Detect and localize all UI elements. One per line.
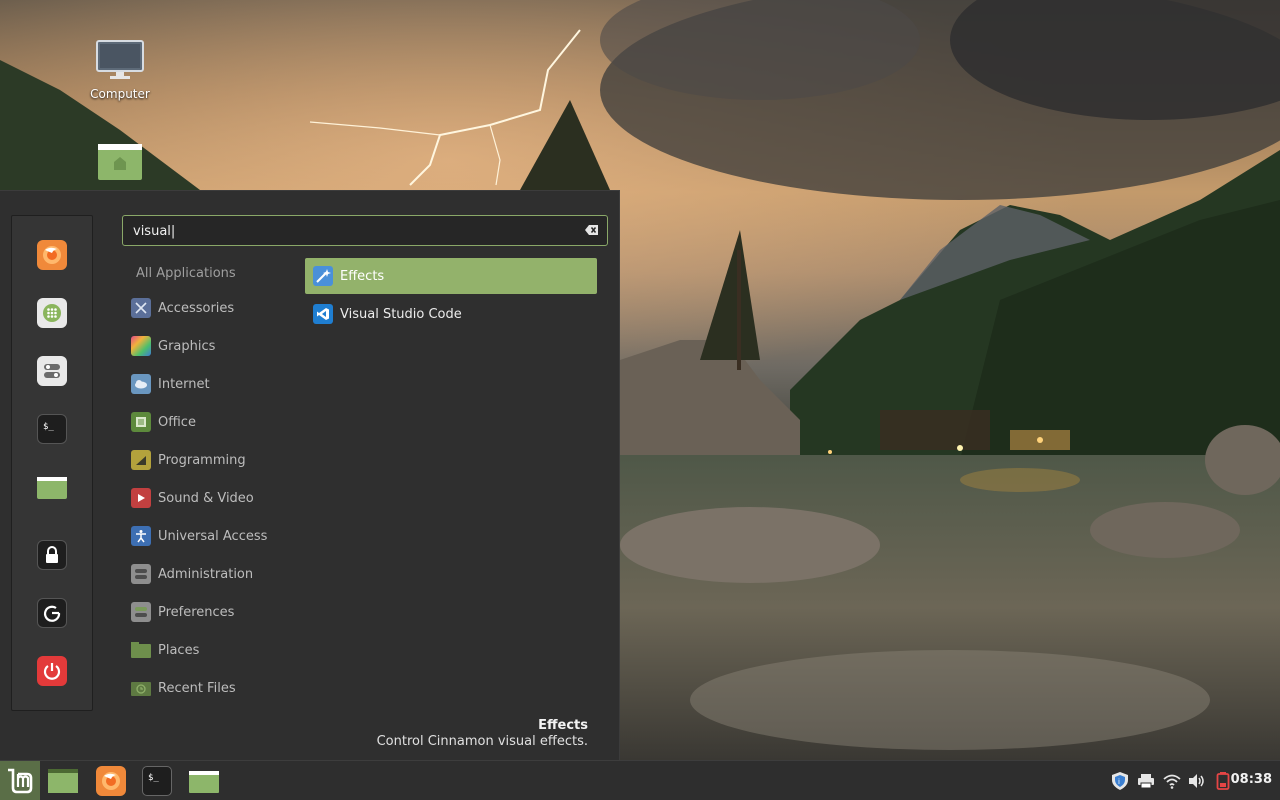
update-manager-tray[interactable]: i [1110,771,1130,791]
favorite-logout[interactable] [37,598,67,628]
category-programming[interactable]: Programming [128,445,246,475]
category-label: Recent Files [158,680,236,696]
effects-icon [313,266,333,286]
favorite-system-settings[interactable] [37,356,67,386]
panel-clock[interactable]: 08:38 [1231,772,1272,787]
power-icon [43,663,61,680]
app-result-effects[interactable]: Effects [305,258,597,294]
category-label: Graphics [158,338,216,354]
accessories-icon [131,298,151,318]
category-graphics[interactable]: Graphics [128,331,215,361]
favorite-lock-screen[interactable] [37,540,67,570]
category-recent-files[interactable]: Recent Files [128,673,236,703]
shield-icon: i [1112,772,1128,790]
show-desktop-icon [48,769,78,793]
favorite-files[interactable] [37,472,67,502]
svg-text:$_: $_ [43,422,54,432]
printer-icon [1138,774,1154,789]
desktop-icon-home[interactable] [80,142,160,185]
app-description-text: Control Cinnamon visual effects. [376,734,588,749]
folder-icon [37,477,67,499]
recent-files-icon [131,678,151,698]
app-result-label: Effects [340,268,385,284]
logout-icon [43,605,61,622]
printer-tray[interactable] [1136,771,1156,791]
category-label: Universal Access [158,528,268,544]
favorite-software-manager[interactable] [37,298,67,328]
firefox-icon [102,772,120,790]
category-administration[interactable]: Administration [128,559,253,589]
application-menu: $_ visual| All Applications Accessories … [0,190,620,760]
clear-search-icon[interactable] [585,224,599,236]
category-label: Internet [158,376,210,392]
svg-text:$_: $_ [148,773,159,783]
category-internet[interactable]: Internet [128,369,210,399]
vscode-icon [313,304,333,324]
favorites-bar: $_ [11,215,93,711]
launcher-terminal[interactable]: $_ [142,766,172,796]
terminal-icon: $_ [148,773,159,783]
category-preferences[interactable]: Preferences [128,597,234,627]
category-office[interactable]: Office [128,407,196,437]
favorite-quit[interactable] [37,656,67,686]
category-sound-video[interactable]: Sound & Video [128,483,254,513]
show-desktop-button[interactable] [47,765,79,797]
computer-icon [96,40,144,79]
volume-icon [1189,774,1204,788]
programming-icon [131,450,151,470]
places-folder-icon [131,640,151,660]
favorite-firefox[interactable] [37,240,67,270]
category-label: Accessories [158,300,235,316]
app-result-label: Visual Studio Code [340,306,462,322]
internet-icon [131,374,151,394]
wifi-icon [1163,774,1181,789]
graphics-icon [131,336,151,356]
menu-button[interactable] [0,761,40,800]
category-places[interactable]: Places [128,635,199,665]
firefox-icon [43,246,61,264]
lock-icon [46,546,58,563]
category-accessories[interactable]: Accessories [128,293,234,323]
app-result-visual-studio-code[interactable]: Visual Studio Code [305,296,597,332]
category-label: Programming [158,452,246,468]
universal-access-icon [131,526,151,546]
category-universal-access[interactable]: Universal Access [128,521,267,551]
favorite-terminal[interactable]: $_ [37,414,67,444]
search-input[interactable] [133,222,573,240]
app-description-title: Effects [538,718,588,733]
category-label: Administration [158,566,254,582]
bottom-panel: $_ i 08:38 [0,760,1280,800]
office-icon [131,412,151,432]
desktop-icon-label: Computer [90,87,150,101]
search-box [122,215,608,246]
settings-toggle-icon [44,364,60,378]
battery-icon [1216,772,1230,790]
administration-icon [131,564,151,584]
category-all-applications[interactable]: All Applications [136,258,236,288]
category-label: Office [158,414,196,430]
folder-icon [189,771,219,793]
home-folder-icon [98,144,142,180]
category-label: Preferences [158,604,235,620]
network-tray[interactable] [1162,771,1182,791]
preferences-icon [131,602,151,622]
launcher-files[interactable] [188,765,220,797]
software-manager-icon [43,304,61,322]
svg-text:i: i [1118,778,1120,786]
category-label: Sound & Video [158,490,254,506]
mint-logo-icon [8,768,33,794]
desktop-icon-computer[interactable]: Computer [80,40,160,101]
category-label: Places [158,642,200,658]
terminal-icon: $_ [43,422,54,432]
sound-video-icon [131,488,151,508]
sound-tray[interactable] [1187,771,1207,791]
category-label: All Applications [136,265,236,281]
launcher-firefox[interactable] [96,766,126,796]
